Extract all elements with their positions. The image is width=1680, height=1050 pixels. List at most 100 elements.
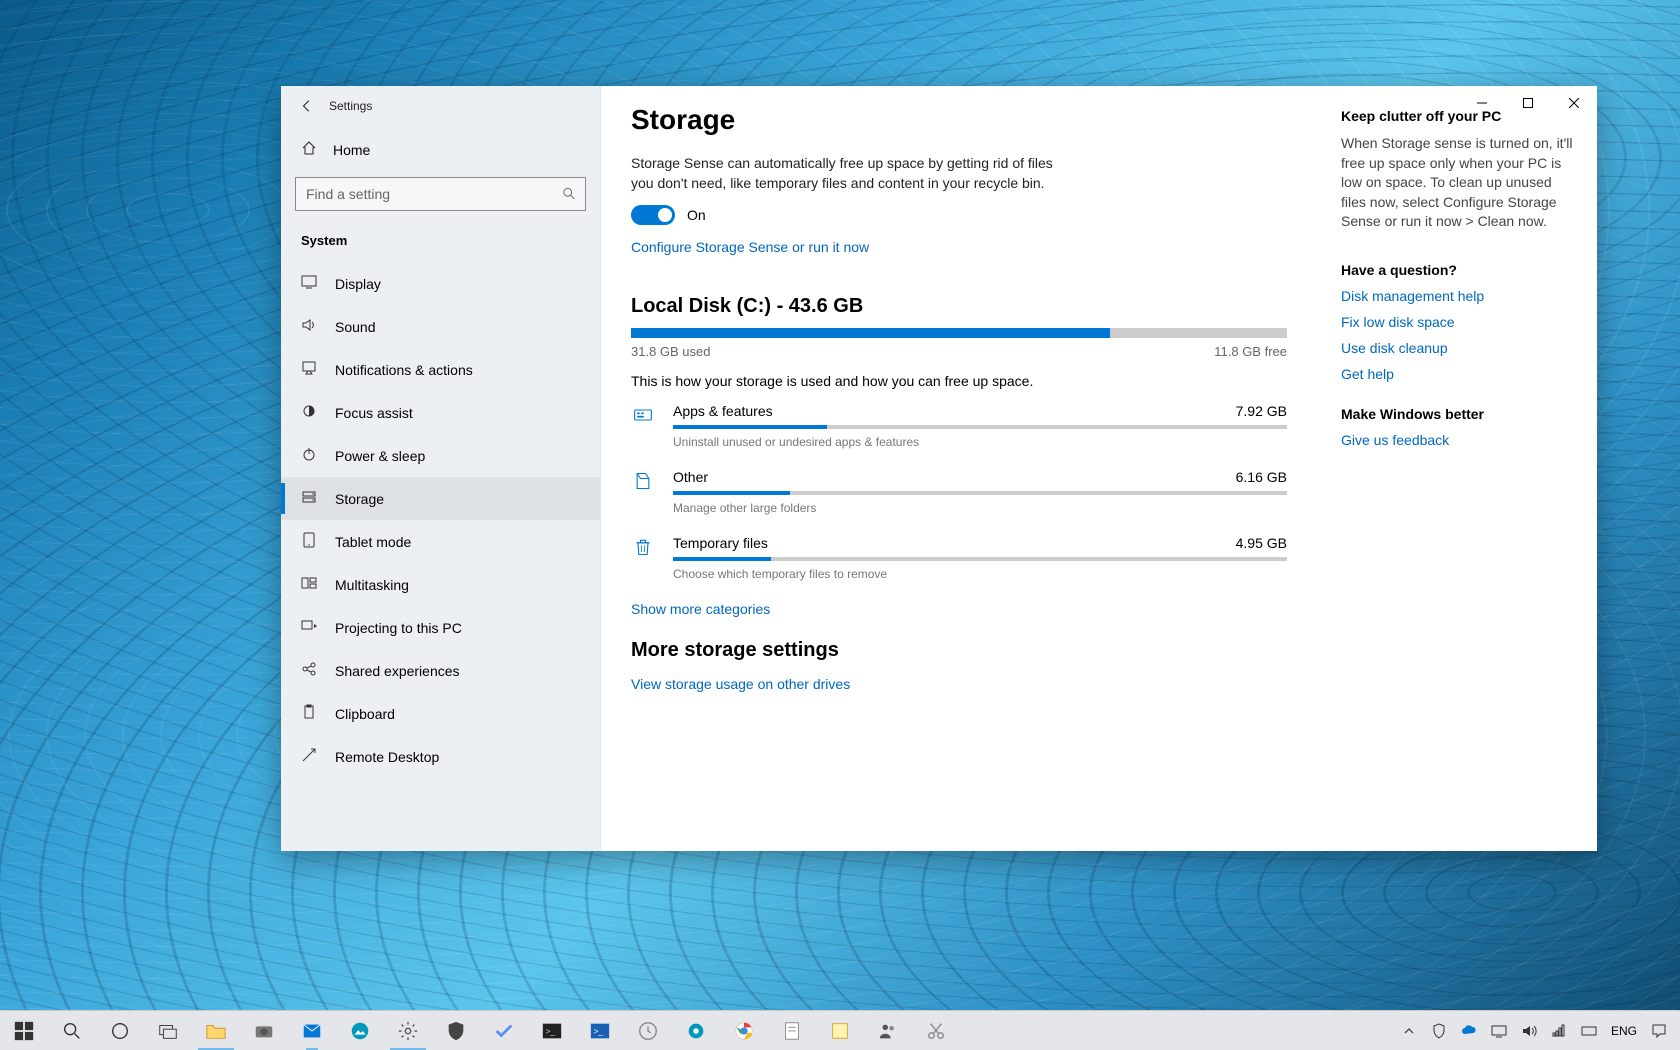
help-link[interactable]: Disk management help: [1341, 288, 1573, 304]
start-button[interactable]: [0, 1011, 48, 1050]
remote-icon: [301, 747, 317, 766]
sidebar-item-focus[interactable]: Focus assist: [281, 391, 600, 434]
taskbar-notepad[interactable]: [768, 1011, 816, 1050]
sidebar-item-sound[interactable]: Sound: [281, 305, 600, 348]
taskbar-clock-app[interactable]: [624, 1011, 672, 1050]
minimize-button[interactable]: [1459, 86, 1505, 120]
sidebar-item-label: Clipboard: [335, 706, 395, 722]
window-title: Settings: [329, 99, 372, 113]
taskbar-file-explorer[interactable]: [192, 1011, 240, 1050]
tray-language[interactable]: ENG: [1604, 1011, 1644, 1050]
storage-category-apps[interactable]: Apps & features7.92 GBUninstall unused o…: [631, 403, 1287, 449]
window-controls: [1459, 86, 1597, 120]
task-view-button[interactable]: [144, 1011, 192, 1050]
disk-used-label: 31.8 GB used: [631, 344, 711, 359]
category-name: Temporary files: [673, 535, 768, 551]
main-area: Storage Storage Sense can automatically …: [601, 86, 1597, 851]
taskbar-photos[interactable]: [336, 1011, 384, 1050]
category-bar-fill: [673, 491, 790, 495]
search-input[interactable]: [295, 177, 586, 211]
taskbar-sticky-notes[interactable]: [816, 1011, 864, 1050]
category-bar: [673, 557, 1287, 561]
sidebar-item-label: Storage: [335, 491, 384, 507]
toggle-state-label: On: [687, 207, 706, 223]
taskbar-settings[interactable]: [384, 1011, 432, 1050]
svg-text:>_: >_: [546, 1026, 556, 1035]
sidebar-item-notifications[interactable]: Notifications & actions: [281, 348, 600, 391]
help-links: Disk management help Fix low disk space Us…: [1341, 288, 1573, 382]
sidebar-item-display[interactable]: Display: [281, 262, 600, 305]
tip-text: When Storage sense is turned on, it'll f…: [1341, 134, 1573, 232]
taskbar-mail[interactable]: [288, 1011, 336, 1050]
tray-onedrive-icon[interactable]: [1454, 1011, 1484, 1050]
taskbar-app-teal[interactable]: [672, 1011, 720, 1050]
cortana-button[interactable]: [96, 1011, 144, 1050]
sidebar-item-project[interactable]: Projecting to this PC: [281, 606, 600, 649]
tablet-icon: [301, 532, 317, 551]
show-more-categories-link[interactable]: Show more categories: [631, 601, 770, 617]
display-icon: [301, 274, 317, 293]
category-hint: Uninstall unused or undesired apps & fea…: [673, 435, 1287, 449]
tray-display-icon[interactable]: [1484, 1011, 1514, 1050]
help-link[interactable]: Fix low disk space: [1341, 314, 1573, 330]
disk-usage-fill: [631, 328, 1110, 338]
taskbar-todo[interactable]: [480, 1011, 528, 1050]
category-size: 4.95 GB: [1236, 535, 1287, 551]
sidebar-item-shared[interactable]: Shared experiences: [281, 649, 600, 692]
sidebar-item-multitask[interactable]: Multitasking: [281, 563, 600, 606]
storage-sense-toggle[interactable]: [631, 205, 675, 225]
taskbar-security[interactable]: [432, 1011, 480, 1050]
taskbar-right: ENG: [1394, 1011, 1680, 1050]
storage-category-other[interactable]: Other6.16 GBManage other large folders: [631, 469, 1287, 515]
feedback-link[interactable]: Give us feedback: [1341, 432, 1573, 448]
tray-overflow-button[interactable]: [1394, 1011, 1424, 1050]
taskbar-chrome[interactable]: [720, 1011, 768, 1050]
sidebar-item-label: Multitasking: [335, 577, 409, 593]
tray-input-icon[interactable]: [1574, 1011, 1604, 1050]
sidebar-item-storage[interactable]: Storage: [281, 477, 600, 520]
tray-network-icon[interactable]: [1544, 1011, 1574, 1050]
tray-action-center[interactable]: [1644, 1011, 1674, 1050]
tray-security-icon[interactable]: [1424, 1011, 1454, 1050]
back-button[interactable]: [291, 90, 323, 122]
category-name: Other: [673, 469, 708, 485]
category-body: Apps & features7.92 GBUninstall unused o…: [673, 403, 1287, 449]
category-body: Temporary files4.95 GBChoose which tempo…: [673, 535, 1287, 581]
taskbar-camera[interactable]: [240, 1011, 288, 1050]
sidebar-item-label: Remote Desktop: [335, 749, 439, 765]
sidebar-item-label: Notifications & actions: [335, 362, 473, 378]
storage-category-trash[interactable]: Temporary files4.95 GBChoose which tempo…: [631, 535, 1287, 581]
view-other-drives-link[interactable]: View storage usage on other drives: [631, 676, 850, 692]
search-wrap: [281, 169, 600, 227]
taskbar-powershell[interactable]: >_: [576, 1011, 624, 1050]
sidebar-item-label: Sound: [335, 319, 375, 335]
other-icon: [631, 469, 655, 515]
close-button[interactable]: [1551, 86, 1597, 120]
tray-volume-icon[interactable]: [1514, 1011, 1544, 1050]
taskbar-snip[interactable]: [912, 1011, 960, 1050]
configure-storage-sense-link[interactable]: Configure Storage Sense or run it now: [631, 239, 869, 255]
category-label: System: [281, 227, 600, 262]
sidebar-item-clipboard[interactable]: Clipboard: [281, 692, 600, 735]
taskbar-search-button[interactable]: [48, 1011, 96, 1050]
category-size: 7.92 GB: [1236, 403, 1287, 419]
disk-stats: 31.8 GB used 11.8 GB free: [631, 344, 1287, 359]
category-bar-fill: [673, 557, 771, 561]
maximize-button[interactable]: [1505, 86, 1551, 120]
trash-icon: [631, 535, 655, 581]
help-link[interactable]: Get help: [1341, 366, 1573, 382]
more-storage-title: More storage settings: [631, 639, 1287, 662]
sidebar-item-tablet[interactable]: Tablet mode: [281, 520, 600, 563]
home-nav[interactable]: Home: [281, 126, 600, 169]
storage-icon: [301, 489, 317, 508]
category-hint: Manage other large folders: [673, 501, 1287, 515]
taskbar-cmd[interactable]: >_: [528, 1011, 576, 1050]
taskbar: >_ >_ ENG: [0, 1010, 1680, 1050]
sidebar-item-power[interactable]: Power & sleep: [281, 434, 600, 477]
page-title: Storage: [631, 104, 1287, 136]
shared-icon: [301, 661, 317, 680]
titlebar: Settings: [281, 86, 600, 126]
taskbar-people[interactable]: [864, 1011, 912, 1050]
sidebar-item-remote[interactable]: Remote Desktop: [281, 735, 600, 778]
help-link[interactable]: Use disk cleanup: [1341, 340, 1573, 356]
